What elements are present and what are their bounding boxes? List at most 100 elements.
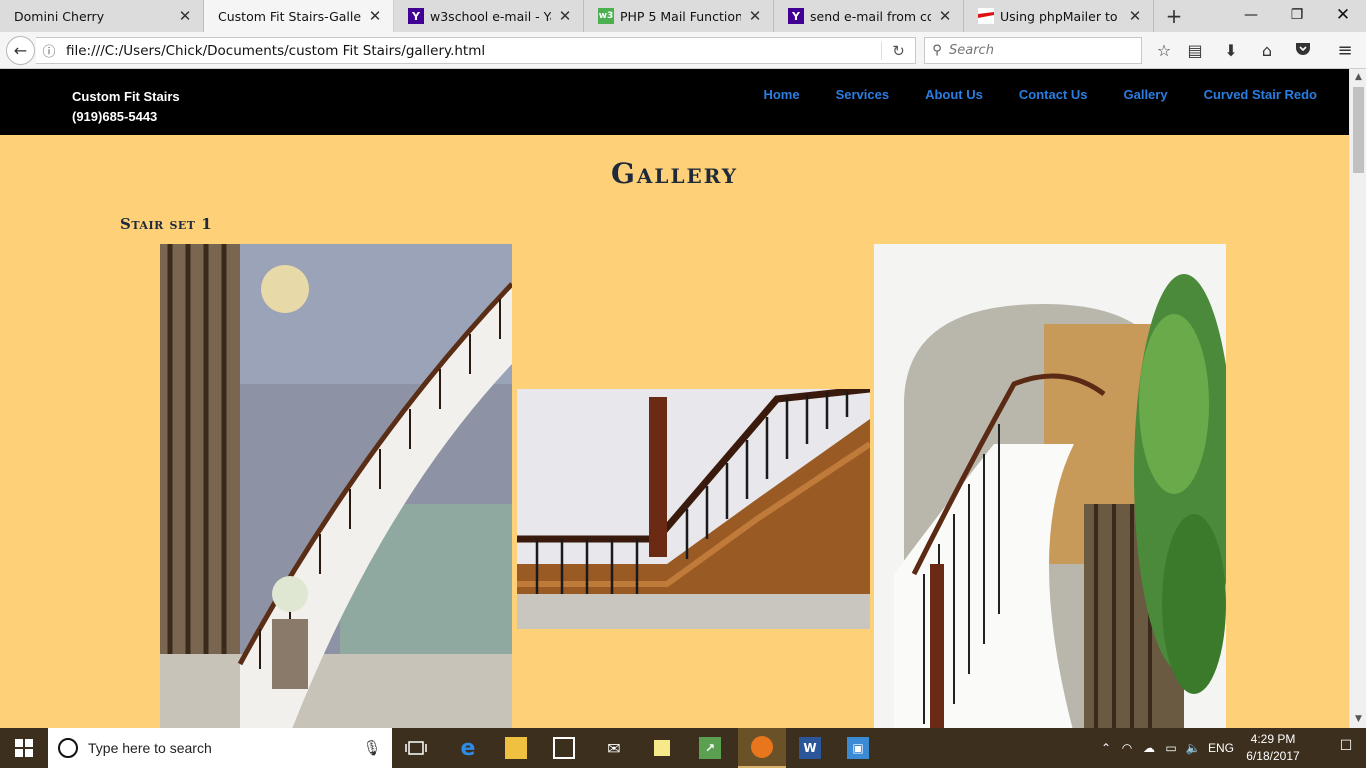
spiral-staircase-arch-photo[interactable]	[874, 244, 1226, 728]
address-bar[interactable]: ⓘ file:///C:/Users/Chick/Documents/custo…	[36, 37, 916, 64]
windows-taskbar: Type here to search 🎙 e ✉ ↗ W ▣ ⌃ ◠ ☁ ▭ …	[0, 728, 1366, 768]
page-title: Gallery	[610, 157, 739, 190]
photos-icon: ▣	[847, 737, 869, 759]
store-icon	[553, 737, 575, 759]
volume-muted-icon[interactable]: 🔈	[1182, 741, 1204, 755]
url-text[interactable]: file:///C:/Users/Chick/Documents/custom …	[62, 43, 881, 59]
tab-label: w3school e-mail - Yahoo	[430, 8, 551, 24]
tab-label: Domini Cherry	[14, 8, 105, 24]
taskbar-app-file-explorer[interactable]	[492, 728, 540, 768]
firefox-icon	[751, 736, 773, 758]
taskbar-search-placeholder[interactable]: Type here to search	[88, 740, 352, 756]
task-view-button[interactable]	[392, 728, 440, 768]
site-header: Custom Fit Stairs (919)685-5443 Home Ser…	[0, 69, 1349, 135]
curved-staircase-foyer-photo[interactable]	[160, 244, 512, 728]
taskbar-app-photos[interactable]: ▣	[834, 728, 882, 768]
browser-search-input[interactable]	[949, 43, 1129, 58]
page-viewport: Custom Fit Stairs (919)685-5443 Home Ser…	[0, 69, 1349, 728]
tab-send-email[interactable]: Y send e-mail from contac ✕	[774, 0, 964, 32]
wifi-icon[interactable]: ◠	[1116, 741, 1138, 755]
search-icon: ⚲	[932, 43, 942, 58]
nav-services[interactable]: Services	[836, 87, 890, 102]
new-tab-icon[interactable]: +	[1162, 4, 1186, 28]
site-nav: Home Services About Us Contact Us Galler…	[763, 87, 1317, 102]
scrollbar-thumb[interactable]	[1353, 87, 1364, 173]
tab-label: send e-mail from contac	[810, 8, 931, 24]
taskbar-app-word[interactable]: W	[786, 728, 834, 768]
brand-name: Custom Fit Stairs	[72, 89, 180, 104]
pocket-icon[interactable]	[1291, 39, 1315, 63]
tab-label: Custom Fit Stairs-Gallery	[218, 8, 361, 24]
minimize-icon[interactable]: —	[1228, 0, 1274, 32]
nav-about-us[interactable]: About Us	[925, 87, 983, 102]
brand-phone: (919)685-5443	[72, 109, 158, 124]
yahoo-icon: Y	[408, 8, 424, 24]
close-icon[interactable]: ✕	[177, 7, 193, 25]
task-view-icon	[405, 741, 427, 755]
restore-icon[interactable]: ❐	[1274, 0, 1320, 32]
windows-logo-icon	[15, 739, 33, 757]
close-icon[interactable]: ✕	[367, 7, 383, 25]
page-scrollbar[interactable]: ▲ ▼	[1349, 69, 1366, 728]
taskbar-search-box[interactable]: Type here to search 🎙	[48, 728, 392, 768]
bookmark-star-icon[interactable]: ☆	[1152, 39, 1176, 63]
w3schools-icon: w3	[598, 8, 614, 24]
scroll-up-icon[interactable]: ▲	[1350, 69, 1366, 86]
taskbar-app-chart[interactable]: ↗	[686, 728, 734, 768]
close-icon[interactable]: ✕	[1127, 7, 1143, 25]
yahoo-icon: Y	[788, 8, 804, 24]
nav-contact-us[interactable]: Contact Us	[1019, 87, 1088, 102]
tab-phpmailer[interactable]: Using phpMailer to Send ✕	[964, 0, 1154, 32]
battery-icon[interactable]: ▭	[1160, 741, 1182, 755]
brand: Custom Fit Stairs (919)685-5443	[72, 87, 180, 127]
sticky-notes-icon	[654, 740, 670, 756]
close-window-icon[interactable]: ✕	[1320, 0, 1366, 32]
nav-curved-stair-redo[interactable]: Curved Stair Redo	[1204, 87, 1317, 102]
home-icon[interactable]: ⌂	[1255, 39, 1279, 63]
back-arrow-icon[interactable]: ←	[6, 36, 35, 65]
chevron-up-icon[interactable]: ⌃	[1096, 741, 1116, 755]
clock-time: 4:29 PM	[1250, 732, 1296, 746]
notifications-icon[interactable]: ☐	[1336, 738, 1356, 758]
taskbar-app-edge[interactable]: e	[444, 728, 492, 768]
tab-label: PHP 5 Mail Functions	[620, 8, 741, 24]
microphone-icon[interactable]: 🎙	[352, 739, 392, 757]
stair-set-title: Stair set 1	[120, 215, 213, 233]
word-icon: W	[799, 737, 821, 759]
clock-date: 6/18/2017	[1246, 749, 1300, 763]
close-icon[interactable]: ✕	[557, 7, 573, 25]
edge-icon: e	[460, 735, 476, 761]
tab-domini-cherry[interactable]: Domini Cherry ✕	[0, 0, 204, 32]
cortana-icon	[58, 738, 78, 758]
browser-search-box[interactable]: ⚲	[924, 37, 1142, 64]
language-indicator[interactable]: ENG	[1204, 741, 1238, 755]
tab-label: Using phpMailer to Send	[1000, 8, 1121, 24]
staircase-wrought-iron-balusters-photo[interactable]	[517, 389, 870, 629]
taskbar-app-firefox[interactable]	[738, 728, 786, 768]
chart-app-icon: ↗	[699, 737, 721, 759]
start-button[interactable]	[0, 728, 48, 768]
folder-icon	[505, 737, 527, 759]
nav-gallery[interactable]: Gallery	[1123, 87, 1167, 102]
mail-icon: ✉	[607, 738, 621, 758]
download-icon[interactable]: ⬇	[1219, 39, 1243, 63]
tab-w3school-email[interactable]: Y w3school e-mail - Yahoo ✕	[394, 0, 584, 32]
cloud-icon[interactable]: ☁	[1138, 741, 1160, 755]
scroll-down-icon[interactable]: ▼	[1350, 711, 1366, 728]
taskbar-app-sticky-notes[interactable]	[638, 728, 686, 768]
system-tray: ⌃ ◠ ☁ ▭ 🔈 ENG	[1096, 728, 1238, 768]
menu-icon[interactable]: ≡	[1333, 39, 1357, 63]
close-icon[interactable]: ✕	[747, 7, 763, 25]
tab-custom-fit-stairs-gallery[interactable]: Custom Fit Stairs-Gallery ✕	[204, 0, 394, 32]
taskbar-app-store[interactable]	[540, 728, 588, 768]
clock[interactable]: 4:29 PM 6/18/2017	[1236, 731, 1310, 765]
nav-home[interactable]: Home	[763, 87, 799, 102]
browser-tab-bar: Domini Cherry ✕ Custom Fit Stairs-Galler…	[0, 0, 1366, 32]
tab-php-mail-functions[interactable]: w3 PHP 5 Mail Functions ✕	[584, 0, 774, 32]
reload-icon[interactable]: ↻	[881, 41, 915, 60]
taskbar-app-mail[interactable]: ✉	[590, 728, 638, 768]
close-icon[interactable]: ✕	[937, 7, 953, 25]
reading-list-icon[interactable]: ▤	[1183, 39, 1207, 63]
php-icon	[978, 8, 994, 24]
info-icon[interactable]: ⓘ	[36, 41, 62, 60]
